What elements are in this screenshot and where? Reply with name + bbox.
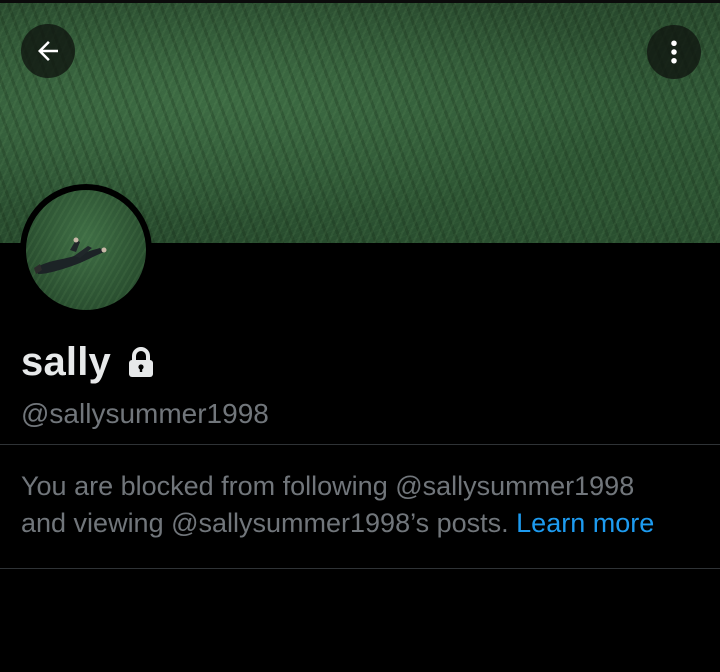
divider: [0, 444, 720, 445]
divider: [0, 568, 720, 569]
learn-more-link[interactable]: Learn more: [516, 508, 654, 538]
profile-page: sally @sallysummer1998 You are blocked f…: [0, 0, 720, 672]
status-bar-edge: [0, 0, 720, 3]
profile-handle: @sallysummer1998: [21, 398, 269, 429]
avatar-ring[interactable]: [20, 184, 152, 316]
blocked-notice-line-1: You are blocked from following @sallysum…: [21, 471, 635, 501]
blocked-notice-line-2: and viewing @sallysummer1998’s posts.: [21, 508, 509, 538]
blocked-notice: You are blocked from following @sallysum…: [21, 468, 701, 542]
arrow-left-icon: [38, 41, 58, 61]
lock-icon: [127, 347, 155, 379]
avatar-person-figure: [34, 237, 107, 274]
back-button[interactable]: [21, 24, 75, 78]
profile-name-row: sally: [21, 336, 155, 388]
more-options-button[interactable]: [647, 25, 701, 79]
avatar[interactable]: [26, 190, 146, 310]
more-vertical-icon: [671, 40, 677, 64]
display-name: sally: [21, 339, 111, 384]
